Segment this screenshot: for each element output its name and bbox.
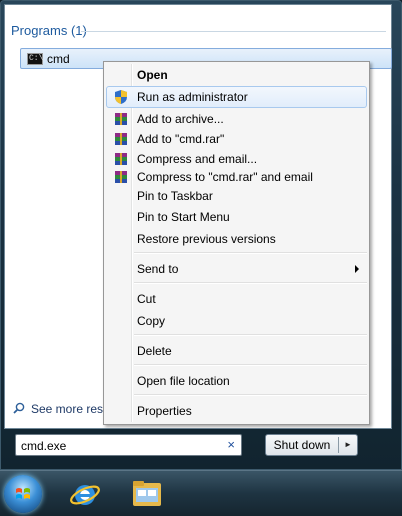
menu-item-add-to-cmd-rar[interactable]: Add to "cmd.rar" (106, 128, 367, 150)
start-button[interactable] (4, 475, 42, 513)
submenu-arrow-icon (355, 265, 359, 273)
menu-item-open-file-location[interactable]: Open file location (106, 370, 367, 392)
menu-item-label: Copy (137, 314, 166, 328)
windows-logo-icon (16, 488, 30, 499)
winrar-icon (115, 171, 127, 183)
section-divider (81, 31, 386, 32)
menu-item-label: Add to "cmd.rar" (137, 132, 225, 146)
winrar-icon (115, 153, 127, 165)
internet-explorer-icon[interactable] (68, 477, 102, 511)
context-menu: Open Run as administrator Add to archive… (103, 61, 370, 425)
menu-item-label: Pin to Taskbar (137, 189, 213, 203)
menu-item-cut[interactable]: Cut (106, 288, 367, 310)
menu-item-add-to-archive[interactable]: Add to archive... (106, 108, 367, 130)
winrar-icon (115, 113, 127, 125)
menu-item-label: Properties (137, 404, 192, 418)
shutdown-options-arrow-icon[interactable]: ► (339, 435, 357, 455)
search-input-value: cmd.exe (21, 439, 67, 453)
menu-item-label: Delete (137, 344, 172, 358)
menu-separator (134, 282, 367, 284)
search-input[interactable]: cmd.exe × (15, 434, 242, 456)
menu-item-label: Cut (137, 292, 156, 306)
menu-item-send-to[interactable]: Send to (106, 258, 367, 280)
menu-item-label: Open file location (137, 374, 230, 388)
menu-item-properties[interactable]: Properties (106, 400, 367, 422)
clear-search-icon[interactable]: × (227, 437, 235, 452)
menu-separator (134, 252, 367, 254)
menu-item-label: Add to archive... (137, 112, 224, 126)
menu-item-run-as-administrator[interactable]: Run as administrator (106, 86, 367, 108)
menu-item-delete[interactable]: Delete (106, 340, 367, 362)
menu-item-copy[interactable]: Copy (106, 310, 367, 332)
menu-item-open[interactable]: Open (106, 64, 367, 86)
menu-item-label: Open (137, 68, 168, 82)
magnifier-icon (13, 402, 25, 414)
menu-item-label: Restore previous versions (137, 232, 276, 246)
menu-item-restore-previous-versions[interactable]: Restore previous versions (106, 228, 367, 250)
taskbar (0, 470, 402, 516)
programs-section-header: Programs (1) (11, 23, 87, 38)
shutdown-button-group: Shut down ► (265, 434, 358, 456)
menu-item-pin-to-taskbar[interactable]: Pin to Taskbar (106, 185, 367, 207)
search-result-label: cmd (47, 52, 70, 66)
cmd-icon: C:\ (27, 53, 44, 65)
menu-separator (134, 394, 367, 396)
winrar-icon (115, 133, 127, 145)
menu-item-label: Pin to Start Menu (137, 210, 230, 224)
shutdown-button[interactable]: Shut down (266, 435, 338, 455)
menu-separator (134, 334, 367, 336)
menu-item-label: Send to (137, 262, 179, 276)
windows-explorer-icon[interactable] (130, 479, 164, 509)
menu-item-label: Run as administrator (137, 90, 248, 104)
menu-item-pin-to-start-menu[interactable]: Pin to Start Menu (106, 206, 367, 228)
menu-separator (134, 364, 367, 366)
uac-shield-icon (115, 90, 127, 104)
